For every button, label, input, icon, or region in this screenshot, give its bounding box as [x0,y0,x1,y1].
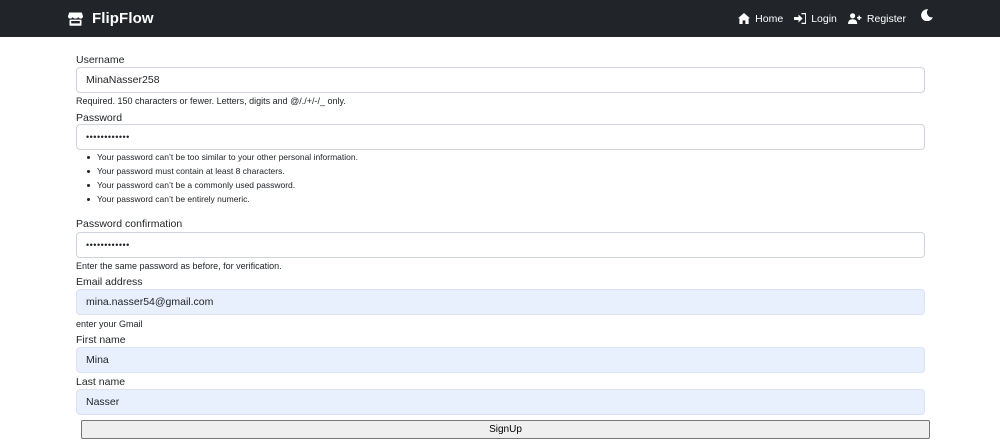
last-name-label: Last name [76,376,126,388]
password-confirmation-label: Password confirmation [76,218,183,230]
nav-home-label: Home [755,12,784,25]
password-help-item: Your password can’t be a commonly used p… [76,178,358,192]
username-help: Required. 150 characters or fewer. Lette… [76,96,346,106]
password-label: Password [76,112,123,124]
password-help-list: Your password can’t be too similar to yo… [76,150,358,206]
nav-login-link[interactable]: Login [794,13,837,25]
password-help-item: Your password can’t be entirely numeric. [76,192,358,206]
password-confirmation-input[interactable]: •••••••••••• [76,232,925,258]
email-help: enter your Gmail [76,319,143,329]
nav-home-link[interactable]: Home [738,13,783,25]
signup-button[interactable]: SignUp [81,420,930,439]
login-icon [794,13,807,24]
first-name-label: First name [76,334,126,346]
email-input[interactable]: mina.nasser54@gmail.com [76,289,925,315]
nav-register-link[interactable]: Register [847,12,906,25]
username-input[interactable]: MinaNasser258 [76,67,925,93]
brand-name: FlipFlow [92,10,154,27]
store-icon [68,12,83,26]
password-help-item: Your password must contain at least 8 ch… [76,164,358,178]
password-input[interactable]: •••••••••••• [76,124,925,150]
brand-link[interactable]: FlipFlow [68,10,154,27]
home-icon [738,13,751,24]
last-name-input[interactable]: Nasser [76,389,925,415]
navbar: FlipFlow Home Login Register [0,0,1000,37]
username-label: Username [76,54,125,66]
nav-login-label: Login [811,12,837,25]
nav-register-label: Register [866,12,906,25]
first-name-input[interactable]: Mina [76,347,925,373]
password-help-item: Your password can’t be too similar to yo… [76,150,358,164]
nav-links: Home Login Register [727,8,933,25]
password-confirmation-help: Enter the same password as before, for v… [76,261,282,271]
user-plus-icon [847,13,862,24]
email-label: Email address [76,276,143,288]
moon-icon[interactable] [921,8,933,21]
